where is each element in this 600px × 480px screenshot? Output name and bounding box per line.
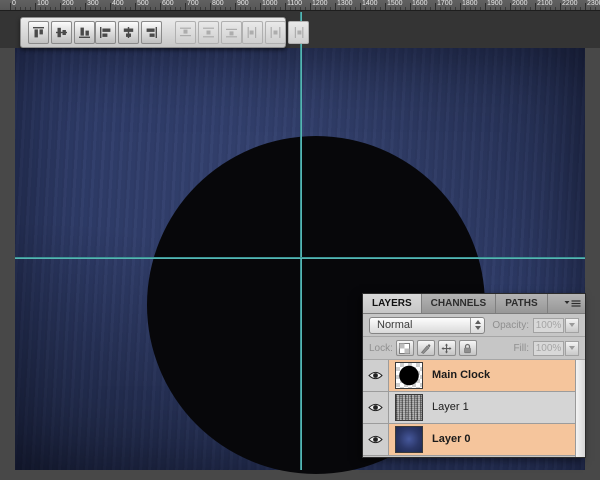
- eye-icon: [368, 371, 383, 380]
- tab-layers[interactable]: LAYERS: [363, 294, 422, 313]
- ruler-label: 1300: [335, 0, 353, 8]
- distribute-vertical-centers-button[interactable]: [198, 21, 219, 44]
- vertical-guide[interactable]: [300, 12, 302, 470]
- ruler-label: 900: [235, 0, 249, 8]
- ruler-label: 0: [10, 0, 16, 8]
- ruler-label: 100: [35, 0, 49, 8]
- ruler-label: 700: [185, 0, 199, 8]
- align-vertical-centers-icon: [55, 26, 68, 39]
- opacity-value[interactable]: 100%: [533, 318, 564, 333]
- blend-mode-value: Normal: [370, 319, 470, 331]
- fill-dropdown-button[interactable]: [565, 341, 579, 356]
- layer-thumbnail[interactable]: [395, 362, 423, 389]
- blend-mode-select[interactable]: Normal: [369, 317, 485, 334]
- layer-thumbnail[interactable]: [395, 426, 423, 453]
- panel-menu-button[interactable]: [559, 294, 585, 313]
- distribute-left-edges-icon: [246, 26, 259, 39]
- align-right-edges-icon: [145, 26, 158, 39]
- align-top-edges-icon: [32, 26, 45, 39]
- distribute-vertical-centers-icon: [202, 26, 215, 39]
- layer-list: Main Clock Layer 1 Layer 0: [363, 360, 585, 457]
- ruler-label: 1800: [460, 0, 478, 8]
- ruler-label: 200: [60, 0, 74, 8]
- ruler-label: 600: [160, 0, 174, 8]
- align-left-edges-icon: [99, 26, 112, 39]
- fill-label: Fill:: [513, 343, 529, 354]
- horizontal-guide[interactable]: [15, 257, 585, 259]
- align-vertical-centers-button[interactable]: [51, 21, 72, 44]
- ruler-label: 1900: [485, 0, 503, 8]
- align-right-edges-button[interactable]: [141, 21, 162, 44]
- layer-row-main-clock[interactable]: Main Clock: [363, 360, 575, 392]
- fill-value[interactable]: 100%: [533, 341, 564, 356]
- layer-row-layer-0[interactable]: Layer 0: [363, 424, 575, 456]
- align-bottom-edges-button[interactable]: [74, 21, 95, 44]
- ruler-label: 2000: [510, 0, 528, 8]
- lock-transparency-button[interactable]: [396, 340, 414, 356]
- distribute-top-edges-icon: [179, 26, 192, 39]
- layer-name[interactable]: Layer 0: [423, 424, 471, 455]
- lock-label: Lock:: [369, 343, 393, 354]
- layer-row-layer-1[interactable]: Layer 1: [363, 392, 575, 424]
- distribute-bottom-edges-icon: [225, 26, 238, 39]
- ruler-label: 1100: [285, 0, 302, 8]
- opacity-dropdown-button[interactable]: [565, 318, 579, 333]
- lock-pixels-button[interactable]: [417, 340, 435, 356]
- visibility-toggle[interactable]: [363, 392, 389, 423]
- ruler-label: 1000: [260, 0, 278, 8]
- opacity-label: Opacity:: [492, 320, 529, 331]
- lock-transparency-icon: [399, 343, 410, 354]
- lock-row: Lock: Fill:: [363, 337, 585, 360]
- ruler-label: 500: [135, 0, 149, 8]
- tab-channels[interactable]: CHANNELS: [422, 294, 497, 313]
- lock-all-button[interactable]: [459, 340, 477, 356]
- distribute-horizontal-centers-button[interactable]: [265, 21, 286, 44]
- layers-panel: LAYERS CHANNELS PATHS Normal Opacity: 10…: [362, 293, 586, 458]
- ruler-label: 2100: [535, 0, 553, 8]
- lock-position-button[interactable]: [438, 340, 456, 356]
- ruler-label: 800: [210, 0, 224, 8]
- visibility-toggle[interactable]: [363, 360, 389, 391]
- align-top-edges-button[interactable]: [28, 21, 49, 44]
- ruler-label: 1400: [360, 0, 378, 8]
- distribute-bottom-edges-button[interactable]: [221, 21, 242, 44]
- ruler-label: 1500: [385, 0, 403, 8]
- align-horizontal-centers-button[interactable]: [118, 21, 139, 44]
- blend-mode-row: Normal Opacity: 100%: [363, 314, 585, 337]
- align-horizontal-centers-icon: [122, 26, 135, 39]
- lock-pixels-icon: [420, 343, 431, 354]
- eye-icon: [368, 403, 383, 412]
- layer-list-scrollbar[interactable]: [575, 360, 585, 457]
- horizontal-ruler[interactable]: 0 100 200 300 400 500 600 700 800 900 1000 1100 1200…: [0, 0, 600, 11]
- layer-name[interactable]: Main Clock: [423, 360, 490, 391]
- ruler-label: 2200: [560, 0, 578, 8]
- align-left-edges-button[interactable]: [95, 21, 116, 44]
- ruler-label: 1600: [410, 0, 428, 8]
- lock-position-icon: [441, 343, 452, 354]
- blend-mode-stepper[interactable]: [470, 318, 484, 333]
- chevron-down-icon: [569, 346, 575, 350]
- align-bottom-edges-icon: [78, 26, 91, 39]
- eye-icon: [368, 435, 383, 444]
- ruler-label: 1700: [435, 0, 453, 8]
- ruler-label: 300: [85, 0, 99, 8]
- ruler-label: 2300: [585, 0, 600, 8]
- distribute-top-edges-button[interactable]: [175, 21, 196, 44]
- tab-paths[interactable]: PATHS: [496, 294, 547, 313]
- distribute-horizontal-centers-icon: [269, 26, 282, 39]
- panel-menu-icon: [564, 299, 581, 308]
- panel-tabbar: LAYERS CHANNELS PATHS: [363, 294, 585, 314]
- layer-name[interactable]: Layer 1: [423, 392, 469, 423]
- ruler-label: 400: [110, 0, 124, 8]
- layer-thumbnail[interactable]: [395, 394, 423, 421]
- distribute-right-edges-icon: [292, 26, 305, 39]
- distribute-right-edges-button[interactable]: [288, 21, 309, 44]
- lock-all-icon: [462, 343, 473, 354]
- chevron-down-icon: [569, 323, 575, 327]
- ruler-label: 1200: [310, 0, 328, 8]
- alignment-toolbar: [20, 17, 286, 48]
- distribute-left-edges-button[interactable]: [242, 21, 263, 44]
- visibility-toggle[interactable]: [363, 424, 389, 455]
